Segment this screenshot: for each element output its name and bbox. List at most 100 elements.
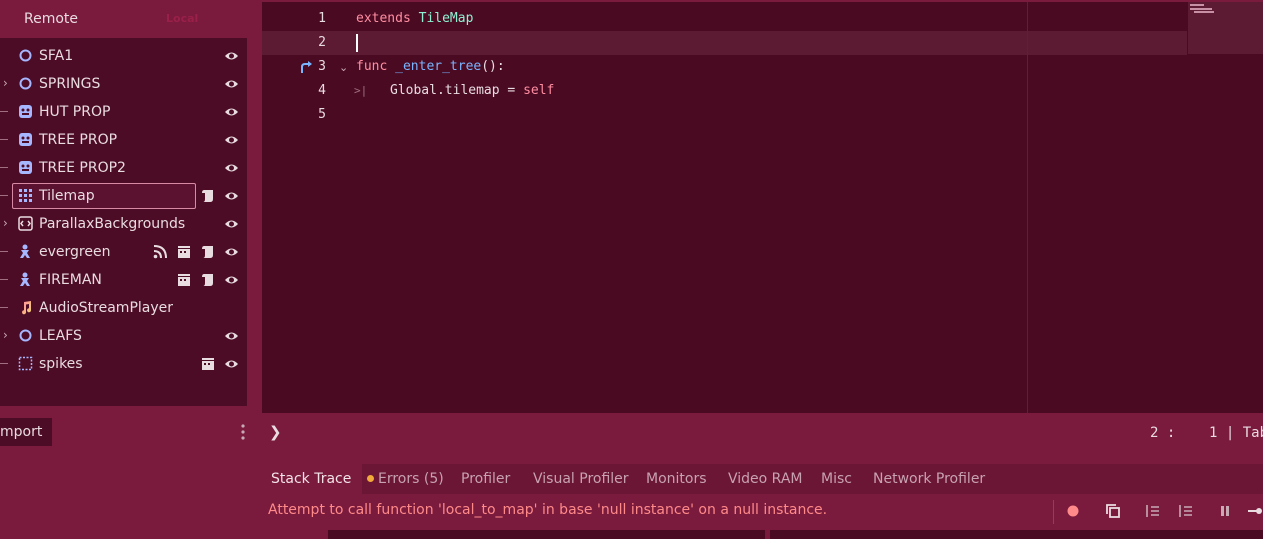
tab-import[interactable]: mport xyxy=(0,418,52,446)
tab-profiler[interactable]: Profiler xyxy=(461,464,510,494)
step-over-icon[interactable] xyxy=(1178,503,1194,519)
code-text: extends TileMap xyxy=(356,7,473,31)
visibility-eye-icon[interactable] xyxy=(224,329,239,343)
tree-row-tree-prop2[interactable]: TREE PROP2 xyxy=(0,154,247,182)
node-label: TREE PROP2 xyxy=(39,160,126,176)
line-number: 5 xyxy=(318,107,326,122)
tree-row-spikes[interactable]: spikes xyxy=(0,350,247,378)
node-label: ParallaxBackgrounds xyxy=(39,216,186,232)
tree-connector xyxy=(0,167,8,168)
visibility-eye-icon[interactable] xyxy=(224,189,239,203)
expand-arrow-icon[interactable]: › xyxy=(3,216,13,230)
line-number: 1 xyxy=(318,11,326,26)
pause-icon[interactable] xyxy=(1217,503,1233,519)
fold-chevron-icon[interactable]: ⌄ xyxy=(339,61,348,74)
expand-arrow-icon[interactable]: › xyxy=(3,328,13,342)
tab-monitors[interactable]: Monitors xyxy=(646,464,707,494)
character-body-icon xyxy=(20,244,30,258)
tree-row-parallax-backgrounds[interactable]: › ParallaxBackgrounds xyxy=(0,210,247,238)
node-label: SPRINGS xyxy=(39,76,101,92)
tree-connector xyxy=(0,139,8,140)
import-dock: mport xyxy=(0,418,251,539)
code-line[interactable]: 3 func _enter_tree(): xyxy=(262,55,1187,79)
kebab-menu-icon[interactable] xyxy=(238,423,248,441)
tab-stack-trace[interactable]: Stack Trace xyxy=(260,464,363,494)
node-circle-icon xyxy=(19,329,32,342)
tree-row-fireman[interactable]: FIREMAN xyxy=(0,266,247,294)
expand-arrow-icon[interactable]: › xyxy=(3,76,13,90)
debugger-tabs: Stack Trace Errors (5) Profiler Visual P… xyxy=(260,464,1263,494)
instance-icon[interactable] xyxy=(177,245,191,259)
tree-row-tilemap[interactable]: Tilemap xyxy=(0,182,247,210)
tree-row-leafs[interactable]: › LEAFS xyxy=(0,322,247,350)
visibility-eye-icon[interactable] xyxy=(224,217,239,231)
tab-errors-label: Errors (5) xyxy=(378,471,444,487)
tree-row-hut-prop[interactable]: HUT PROP xyxy=(0,98,247,126)
toggle-scripts-panel-icon[interactable]: ❯ xyxy=(269,423,282,441)
visibility-eye-icon[interactable] xyxy=(224,77,239,91)
code-line[interactable]: 1 extends TileMap xyxy=(262,7,1187,31)
tab-visual-profiler[interactable]: Visual Profiler xyxy=(533,464,629,494)
static-body-icon xyxy=(19,105,32,118)
code-line[interactable]: 2 xyxy=(262,31,1187,55)
character-body-icon xyxy=(20,272,30,286)
copy-icon[interactable] xyxy=(1105,503,1121,519)
node-label: HUT PROP xyxy=(39,104,111,120)
audio-note-icon xyxy=(22,301,32,315)
visibility-eye-icon[interactable] xyxy=(224,49,239,63)
minimap[interactable] xyxy=(1188,2,1263,54)
node-label: evergreen xyxy=(39,244,111,260)
identifier-token: Global xyxy=(390,83,437,98)
visibility-eye-icon[interactable] xyxy=(224,161,239,175)
node-label: AudioStreamPlayer xyxy=(39,300,174,316)
instance-icon[interactable] xyxy=(177,273,191,287)
tab-network-profiler[interactable]: Network Profiler xyxy=(873,464,985,494)
code-editor[interactable]: 1 extends TileMap 2 3 func _enter_tree()… xyxy=(262,2,1263,413)
keyword-token: extends xyxy=(356,11,411,26)
instance-icon[interactable] xyxy=(201,357,215,371)
debugger-panel: Attempt to call function 'local_to_map' … xyxy=(260,494,1263,539)
tree-row-evergreen[interactable]: evergreen xyxy=(0,238,247,266)
visibility-eye-icon[interactable] xyxy=(224,357,239,371)
scene-tabs: Remote Local xyxy=(0,0,251,38)
continue-icon[interactable] xyxy=(1247,503,1263,519)
tab-remote[interactable]: Remote xyxy=(0,0,98,38)
tab-misc[interactable]: Misc xyxy=(821,464,852,494)
tab-video-ram[interactable]: Video RAM xyxy=(728,464,803,494)
cursor-position: 2 : 1 | Tabs xyxy=(1150,425,1263,441)
editor-status-bar: ❯ 2 : 1 | Tabs xyxy=(262,413,1263,455)
line-number: 4 xyxy=(318,83,326,98)
node-label: TREE PROP xyxy=(39,132,118,148)
breakpoint-icon[interactable] xyxy=(1065,503,1081,519)
node-label: FIREMAN xyxy=(39,272,102,288)
tab-errors[interactable]: Errors (5) xyxy=(367,464,444,494)
signal-icon[interactable] xyxy=(153,245,167,259)
tab-indent-icon: >| xyxy=(354,84,368,97)
script-icon[interactable] xyxy=(201,273,215,287)
visibility-eye-icon[interactable] xyxy=(224,245,239,259)
tree-connector xyxy=(0,307,8,308)
script-icon[interactable] xyxy=(201,245,215,259)
visibility-eye-icon[interactable] xyxy=(224,273,239,287)
code-line[interactable]: 4 Global.tilemap = self xyxy=(262,79,1187,103)
step-into-icon[interactable] xyxy=(1145,503,1161,519)
override-icon[interactable] xyxy=(300,60,314,74)
visibility-eye-icon[interactable] xyxy=(224,133,239,147)
code-line[interactable]: 5 xyxy=(262,103,1187,127)
node-label: SFA1 xyxy=(39,48,74,64)
tree-row-springs[interactable]: › SPRINGS xyxy=(0,70,247,98)
tab-local[interactable]: Local xyxy=(166,0,198,38)
stack-frames-panel[interactable] xyxy=(328,530,765,539)
dock-splitter[interactable] xyxy=(251,0,260,539)
tree-connector xyxy=(0,279,8,280)
scene-tree: SFA1 › SPRINGS HUT PROP TREE PROP TREE P… xyxy=(0,38,247,406)
inspector-panel[interactable] xyxy=(770,530,1263,539)
tree-row-sfa1[interactable]: SFA1 xyxy=(0,42,247,70)
node-label: LEAFS xyxy=(39,328,82,344)
parallax-icon xyxy=(18,216,33,231)
visibility-eye-icon[interactable] xyxy=(224,105,239,119)
script-icon[interactable] xyxy=(201,189,215,203)
tree-row-tree-prop[interactable]: TREE PROP xyxy=(0,126,247,154)
minimap-line xyxy=(1190,4,1204,6)
tree-row-audio-stream-player[interactable]: AudioStreamPlayer xyxy=(0,294,247,322)
